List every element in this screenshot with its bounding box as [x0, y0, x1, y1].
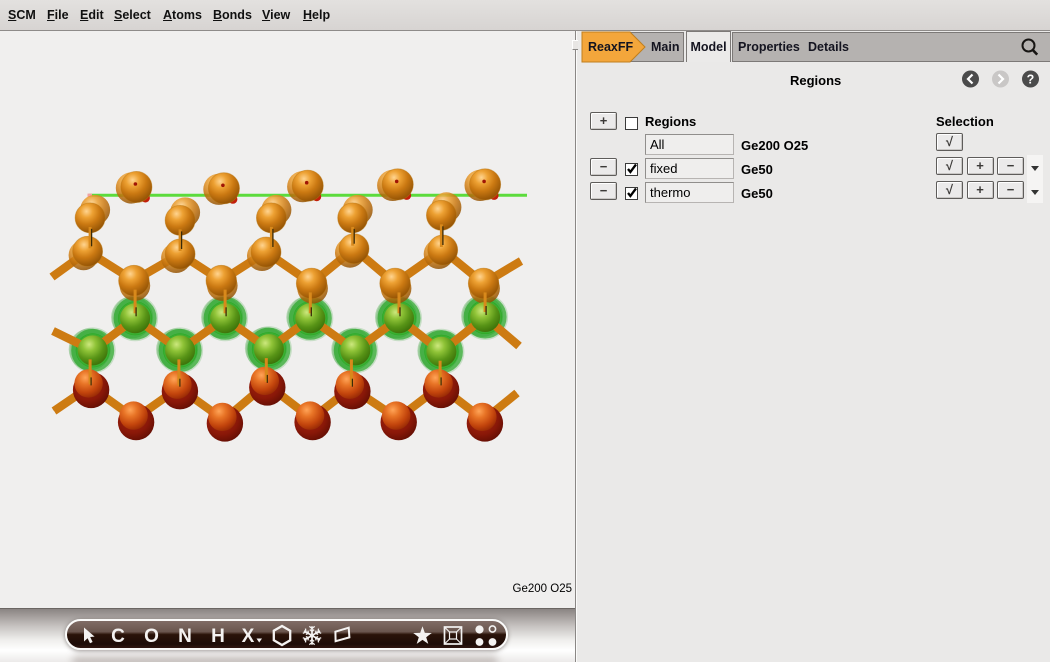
svg-text:N: N [178, 626, 192, 647]
svg-text:O: O [144, 626, 159, 647]
svg-text:H: H [211, 626, 225, 647]
svg-text:?: ? [1027, 73, 1035, 87]
svg-text:X: X [242, 626, 255, 647]
svg-text:C: C [111, 626, 125, 647]
